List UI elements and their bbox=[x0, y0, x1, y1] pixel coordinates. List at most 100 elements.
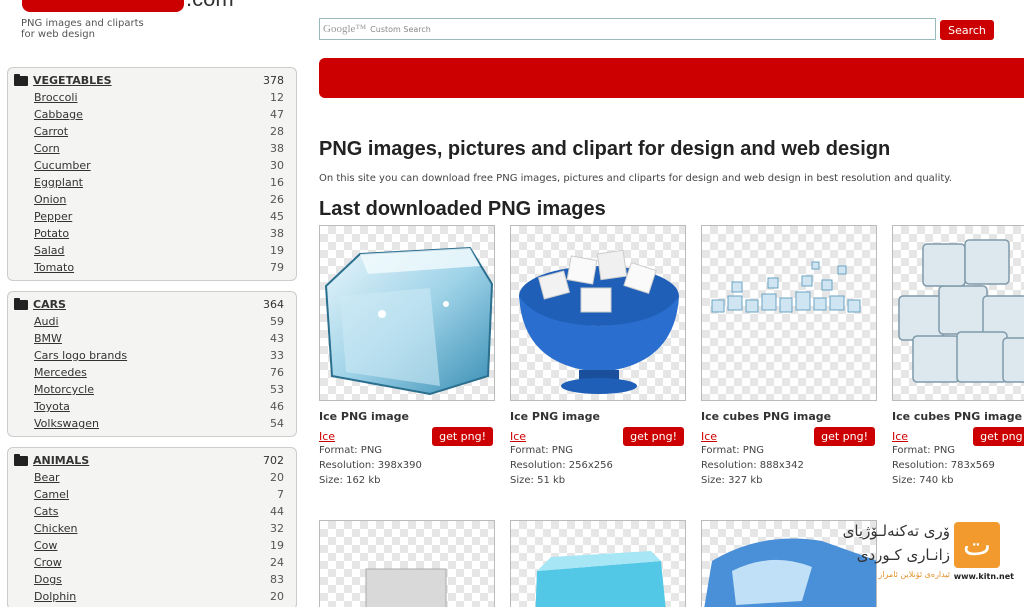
category-item-link[interactable]: BMW bbox=[34, 332, 62, 345]
category-item-count: 7 bbox=[277, 488, 284, 501]
category-item: Toyota 46 bbox=[14, 398, 284, 415]
category-item: Cow 19 bbox=[14, 537, 284, 554]
card-category-link[interactable]: Ice bbox=[892, 430, 908, 443]
category-title[interactable]: VEGETABLES bbox=[14, 73, 112, 87]
category-header[interactable]: CARS 364 bbox=[14, 296, 284, 313]
category-item-link[interactable]: Dogs bbox=[34, 573, 62, 586]
category-item-count: 20 bbox=[270, 471, 284, 484]
category-item-link[interactable]: Broccoli bbox=[34, 91, 78, 104]
category-item-link[interactable]: Camel bbox=[34, 488, 69, 501]
category-item-link[interactable]: Corn bbox=[34, 142, 60, 155]
card-resolution: Resolution: 888x342 bbox=[701, 460, 804, 471]
category-item-link[interactable]: Motorcycle bbox=[34, 383, 94, 396]
category-item-count: 53 bbox=[270, 383, 284, 396]
category-item: Broccoli 12 bbox=[14, 89, 284, 106]
category-item-count: 19 bbox=[270, 539, 284, 552]
category-item-link[interactable]: Potato bbox=[34, 227, 69, 240]
category-item-count: 47 bbox=[270, 108, 284, 121]
category-item-link[interactable]: Cats bbox=[34, 505, 58, 518]
category-item-link[interactable]: Eggplant bbox=[34, 176, 83, 189]
category-item-count: 83 bbox=[270, 573, 284, 586]
category-item-link[interactable]: Volkswagen bbox=[34, 417, 99, 430]
get-png-button[interactable]: get png! bbox=[973, 426, 1024, 446]
category-item: Cars logo brands 33 bbox=[14, 347, 284, 364]
category-item-count: 24 bbox=[270, 556, 284, 569]
category-item-count: 45 bbox=[270, 210, 284, 223]
card-category-link[interactable]: Ice bbox=[701, 430, 717, 443]
category-item-link[interactable]: Cars logo brands bbox=[34, 349, 127, 362]
category-count: 378 bbox=[263, 74, 284, 87]
card-category-link[interactable]: Ice bbox=[319, 430, 335, 443]
get-png-button[interactable]: get png! bbox=[623, 426, 684, 446]
category-title[interactable]: CARS bbox=[14, 297, 66, 311]
category-item: Carrot 28 bbox=[14, 123, 284, 140]
card-category-link[interactable]: Ice bbox=[510, 430, 526, 443]
category-item-link[interactable]: Toyota bbox=[34, 400, 70, 413]
category-item: Cucumber 30 bbox=[14, 157, 284, 174]
category-item-link[interactable]: Tomato bbox=[34, 261, 74, 274]
ice-block-blue-icon bbox=[535, 551, 666, 607]
category-item-link[interactable]: Audi bbox=[34, 315, 59, 328]
category-item-count: 54 bbox=[270, 417, 284, 430]
category-header[interactable]: VEGETABLES 378 bbox=[14, 72, 284, 89]
category-item: Pepper 45 bbox=[14, 208, 284, 225]
category-item-count: 32 bbox=[270, 522, 284, 535]
image-thumbnail[interactable] bbox=[319, 225, 495, 401]
category-item-count: 19 bbox=[270, 244, 284, 257]
image-thumbnail[interactable] bbox=[701, 225, 877, 401]
category-box: ANIMALS 702 Bear 20 Camel 7 Cats 44 Chicken 32 Cow… bbox=[7, 447, 297, 607]
ice-cubes-row-icon bbox=[711, 261, 861, 313]
category-item-link[interactable]: Pepper bbox=[34, 210, 72, 223]
search-input[interactable]: Google™ Custom Search bbox=[319, 18, 936, 40]
category-item-link[interactable]: Carrot bbox=[34, 125, 68, 138]
category-list: Bear 20 Camel 7 Cats 44 Chicken 32 Cow 19 Crow 24 Do… bbox=[14, 469, 284, 605]
category-item-link[interactable]: Crow bbox=[34, 556, 62, 569]
ice-block-icon bbox=[365, 568, 447, 607]
category-count: 702 bbox=[263, 454, 284, 467]
category-item-link[interactable]: Onion bbox=[34, 193, 66, 206]
image-thumbnail[interactable] bbox=[510, 225, 686, 401]
category-item: Potato 38 bbox=[14, 225, 284, 242]
category-item-link[interactable]: Cow bbox=[34, 539, 57, 552]
get-png-button[interactable]: get png! bbox=[814, 426, 875, 446]
card-resolution: Resolution: 256x256 bbox=[510, 460, 613, 471]
ad-banner[interactable] bbox=[319, 58, 1024, 98]
category-item: Audi 59 bbox=[14, 313, 284, 330]
image-thumbnail[interactable] bbox=[319, 520, 495, 607]
category-item-count: 12 bbox=[270, 91, 284, 104]
category-item-link[interactable]: Salad bbox=[34, 244, 65, 257]
category-item: Dolphin 20 bbox=[14, 588, 284, 605]
category-header[interactable]: ANIMALS 702 bbox=[14, 452, 284, 469]
category-item-link[interactable]: Dolphin bbox=[34, 590, 76, 603]
category-item: Cabbage 47 bbox=[14, 106, 284, 123]
search-button[interactable]: Search bbox=[940, 20, 994, 40]
category-list: Audi 59 BMW 43 Cars logo brands 33 Mercedes 76 M… bbox=[14, 313, 284, 432]
category-item-link[interactable]: Mercedes bbox=[34, 366, 87, 379]
category-item-link[interactable]: Cabbage bbox=[34, 108, 83, 121]
watermark-line1: ۆری تەکنەلـۆژیای bbox=[842, 522, 950, 540]
image-card: Ice PNG image Ice get png! Format: PNG R… bbox=[319, 225, 495, 488]
category-item-count: 26 bbox=[270, 193, 284, 206]
category-item-link[interactable]: Cucumber bbox=[34, 159, 91, 172]
site-logo[interactable]: .com bbox=[22, 0, 234, 14]
watermark-url: www.kitn.net bbox=[953, 572, 1014, 581]
get-png-button[interactable]: get png! bbox=[432, 426, 493, 446]
category-item: Chicken 32 bbox=[14, 520, 284, 537]
card-size: Size: 740 kb bbox=[892, 475, 954, 486]
site-tagline: PNG images and cliparts for web design bbox=[21, 18, 144, 40]
watermark-logo-icon: ت bbox=[954, 522, 1000, 568]
folder-icon bbox=[14, 453, 28, 466]
category-item-count: 16 bbox=[270, 176, 284, 189]
category-item-count: 59 bbox=[270, 315, 284, 328]
ice-cubes-pile-icon bbox=[898, 239, 1024, 383]
category-box: VEGETABLES 378 Broccoli 12 Cabbage 47 Carrot 28… bbox=[7, 67, 297, 281]
category-item-count: 20 bbox=[270, 590, 284, 603]
category-item-link[interactable]: Chicken bbox=[34, 522, 77, 535]
category-item: Bear 20 bbox=[14, 469, 284, 486]
category-item-count: 79 bbox=[270, 261, 284, 274]
category-item-link[interactable]: Bear bbox=[34, 471, 60, 484]
image-thumbnail[interactable] bbox=[892, 225, 1024, 401]
category-item-count: 76 bbox=[270, 366, 284, 379]
image-thumbnail[interactable] bbox=[510, 520, 686, 607]
category-title[interactable]: ANIMALS bbox=[14, 453, 89, 467]
